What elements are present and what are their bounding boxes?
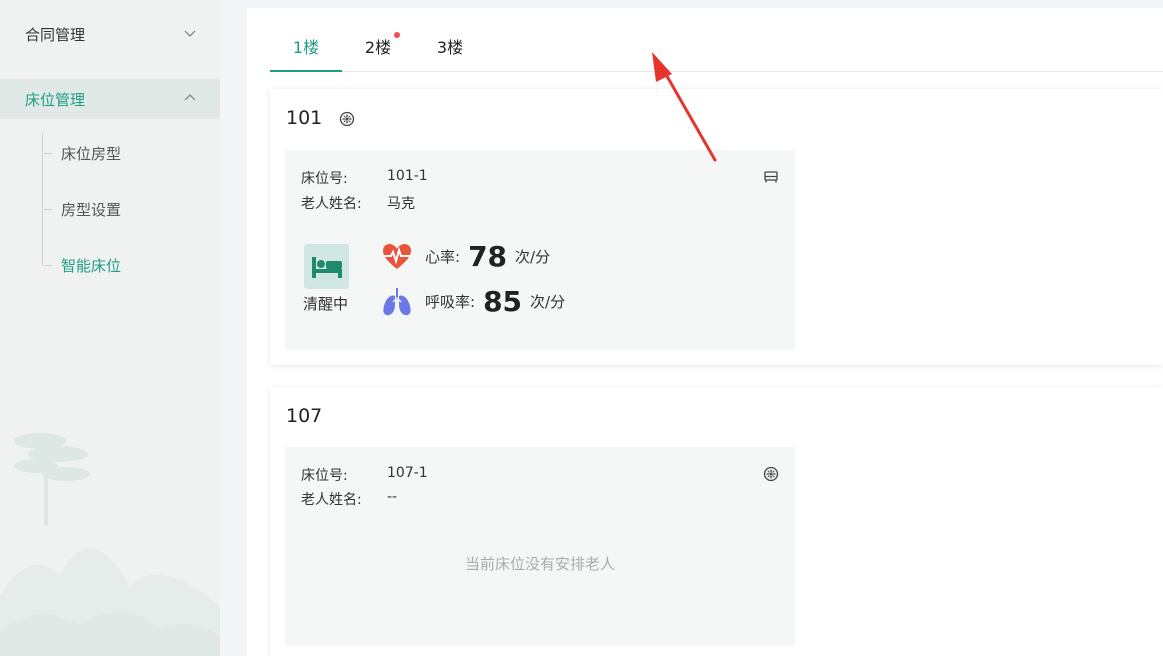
respiration-rate-unit: 次/分: [530, 293, 566, 311]
tab-label: 3楼: [436, 38, 464, 57]
heart-rate-label: 心率:: [425, 248, 461, 266]
sidebar-item-label: 合同管理: [25, 25, 86, 44]
tab-label: 2楼: [364, 38, 392, 57]
sidebar-subitem-bed-room-type[interactable]: 床位房型: [44, 139, 121, 167]
notification-dot: [394, 32, 400, 38]
respiration-rate-value: 85: [483, 285, 523, 318]
heart-rate-value: 78: [468, 240, 508, 273]
sensor-icon[interactable]: [763, 466, 779, 482]
bed-card[interactable]: 床位号: 107-1 老人姓名: -- 当前床位没有安排老人: [285, 447, 795, 646]
device-icon[interactable]: [763, 169, 779, 185]
chevron-up-icon: [184, 94, 196, 101]
room-number: 101: [286, 107, 323, 129]
sidebar-item-label: 床位管理: [25, 90, 86, 109]
tab-floor-1[interactable]: 1楼: [270, 28, 342, 72]
sidebar: 合同管理 床位管理 床位房型 房型设置 智能床位: [0, 0, 220, 656]
sensor-icon[interactable]: [339, 111, 355, 127]
heart-rate-unit: 次/分: [515, 248, 551, 266]
elder-name-field: 老人姓名: 马克: [301, 193, 415, 213]
elder-name-field: 老人姓名: --: [301, 489, 397, 509]
annotation-arrow: [652, 52, 717, 162]
sidebar-subitem-label: 房型设置: [61, 200, 122, 219]
bed-number-field: 床位号: 107-1: [301, 465, 428, 485]
heart-icon: [383, 243, 411, 269]
sidebar-subitem-smart-bed[interactable]: 智能床位: [44, 251, 121, 279]
bed-number-value: 107-1: [387, 465, 428, 481]
lungs-icon: [383, 287, 411, 315]
sidebar-subitem-label: 智能床位: [61, 256, 122, 275]
tab-floor-2[interactable]: 2楼: [364, 28, 400, 72]
bed-number-label: 床位号:: [301, 171, 348, 187]
sidebar-item-bed-management[interactable]: 床位管理: [0, 79, 220, 119]
submenu-tree-line: [42, 132, 43, 266]
empty-bed-message: 当前床位没有安排老人: [464, 555, 615, 573]
room-number: 107: [286, 405, 323, 427]
main-panel: 1楼 2楼 3楼 101 床位号: 101-1 老人姓名: 马克 清醒中 心率:…: [247, 8, 1163, 656]
heart-rate-metric: 心率: 78 次/分: [381, 240, 550, 273]
sidebar-subitem-room-type-settings[interactable]: 房型设置: [44, 195, 121, 223]
elder-name-label: 老人姓名:: [301, 196, 362, 212]
bed-number-label: 床位号:: [301, 468, 348, 484]
respiration-rate-label: 呼吸率:: [425, 293, 476, 311]
sidebar-item-contract-management[interactable]: 合同管理: [0, 14, 220, 54]
bed-number-field: 床位号: 101-1: [301, 168, 428, 188]
respiration-rate-metric: 呼吸率: 85 次/分: [381, 285, 565, 318]
tab-floor-3[interactable]: 3楼: [436, 28, 464, 72]
bed-status-label: 清醒中: [303, 295, 349, 313]
sidebar-subitem-label: 床位房型: [61, 144, 122, 163]
room-card: 107 床位号: 107-1 老人姓名: -- 当前床位没有安排老人: [270, 387, 1163, 656]
elder-name-value: --: [387, 489, 398, 505]
landscape-decoration: [0, 433, 220, 656]
bed-number-value: 101-1: [387, 168, 428, 184]
elder-name-value: 马克: [387, 196, 415, 212]
chevron-down-icon: [184, 30, 196, 37]
bed-icon: [311, 256, 342, 278]
tab-label: 1楼: [292, 38, 320, 57]
elder-name-label: 老人姓名:: [301, 492, 362, 508]
bed-status-icon: [304, 244, 349, 289]
bed-card[interactable]: 床位号: 101-1 老人姓名: 马克 清醒中 心率: 78 次/分 呼吸率: …: [285, 150, 795, 350]
